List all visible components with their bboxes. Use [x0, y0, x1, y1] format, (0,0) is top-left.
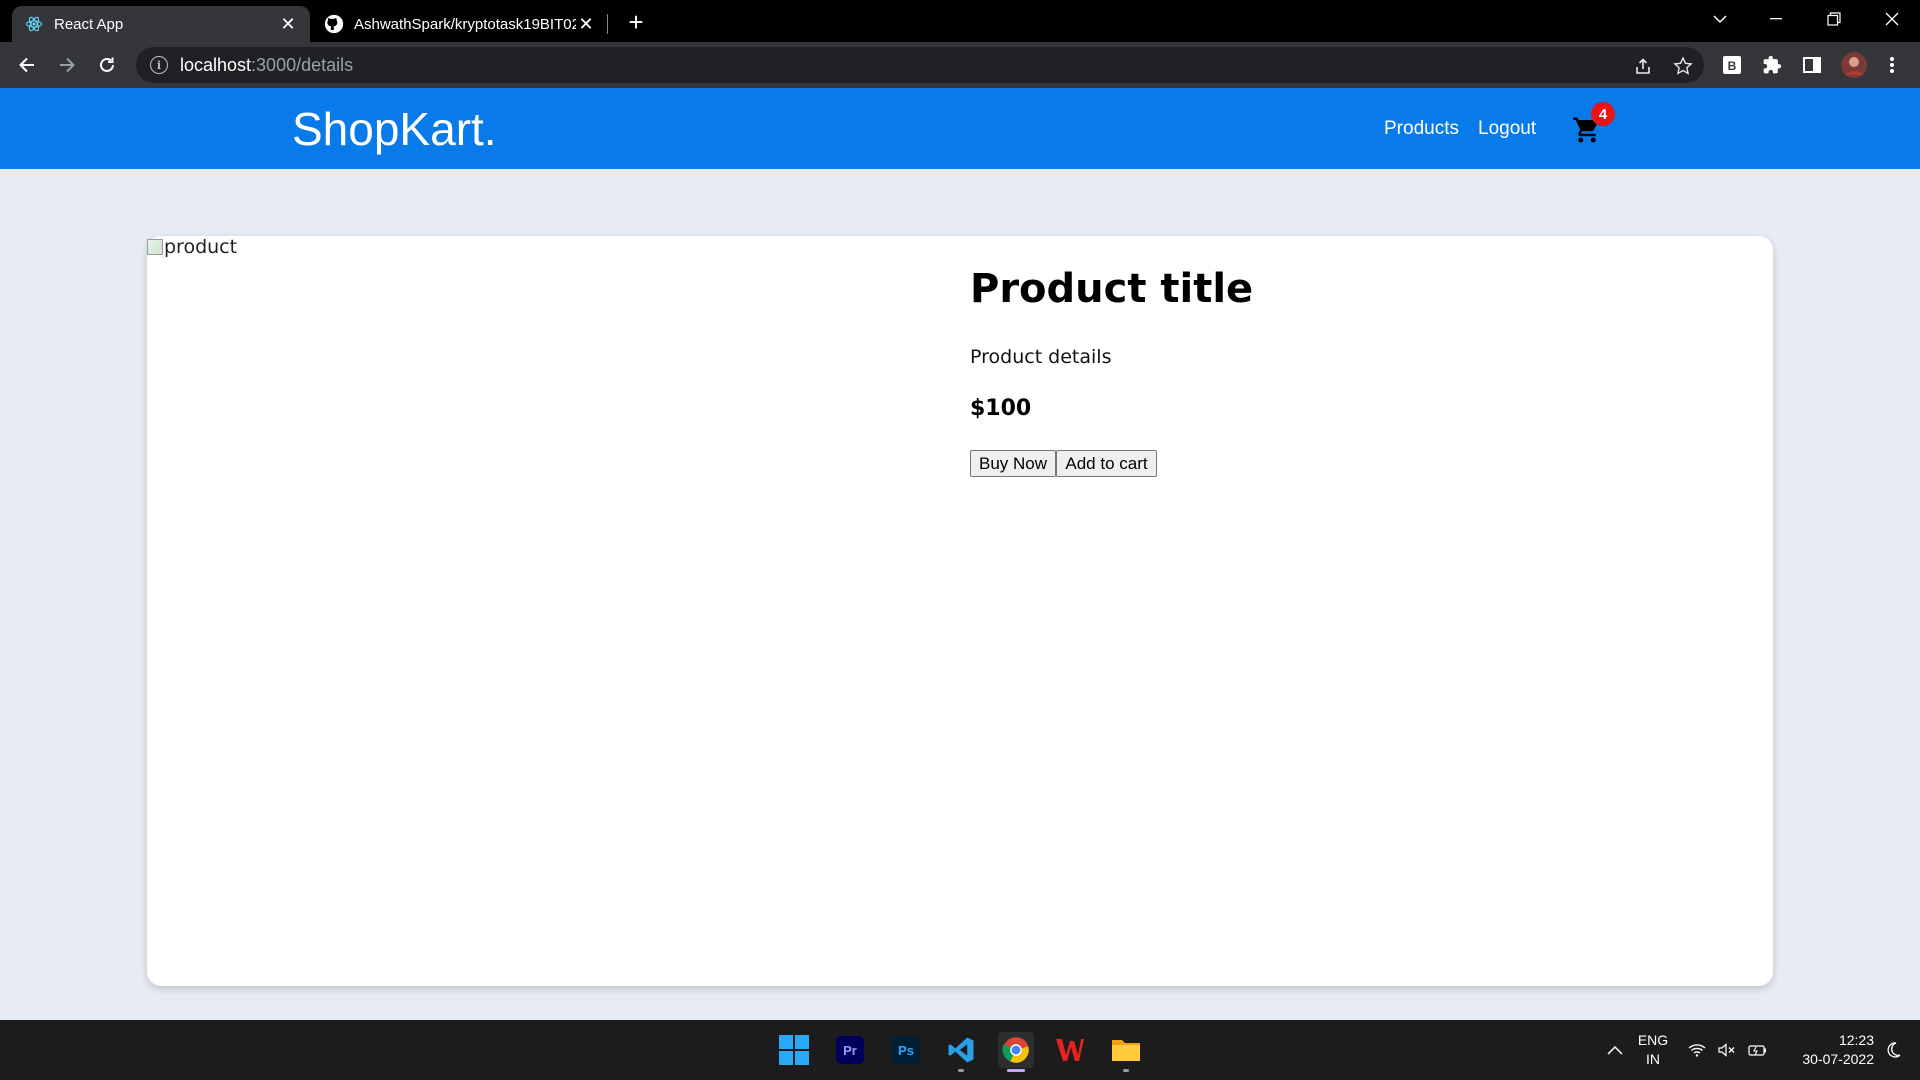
share-icon[interactable] [1632, 55, 1654, 77]
product-image: product [147, 236, 237, 258]
focus-assist-moon-icon[interactable] [1878, 1032, 1908, 1068]
tab-search-icon[interactable] [1692, 0, 1748, 38]
broken-image-icon [147, 239, 163, 255]
volume-muted-icon[interactable] [1712, 1032, 1742, 1068]
language-indicator[interactable]: ENG IN [1630, 1031, 1676, 1069]
file-explorer-icon[interactable] [1108, 1032, 1144, 1072]
browser-tab-bar: React App ✕ AshwathSpark/kryptotask19BIT… [0, 0, 1920, 42]
premiere-pro-icon[interactable]: Pr [832, 1032, 868, 1068]
svg-text:Ps: Ps [898, 1043, 914, 1058]
new-tab-button[interactable]: + [622, 8, 650, 36]
bookmark-star-icon[interactable] [1672, 55, 1694, 77]
reload-icon[interactable] [93, 51, 121, 79]
minimize-icon[interactable] [1748, 0, 1804, 38]
close-window-icon[interactable] [1864, 0, 1920, 38]
github-icon [324, 14, 344, 34]
svg-text:B: B [1728, 59, 1737, 73]
tab-title: React App [54, 15, 124, 33]
extension-b-icon[interactable]: B [1720, 53, 1744, 77]
product-image-alt: product [164, 236, 238, 258]
battery-icon[interactable] [1742, 1032, 1772, 1068]
tab-github[interactable]: AshwathSpark/kryptotask19BIT02 ✕ [312, 6, 608, 42]
url-path: :3000/details [251, 54, 354, 75]
react-icon [24, 14, 44, 34]
brand-logo[interactable]: ShopKart. [292, 102, 497, 156]
tab-divider [607, 14, 608, 34]
running-indicator [1123, 1069, 1129, 1072]
cart-count-badge: 4 [1591, 102, 1615, 126]
vscode-icon[interactable] [943, 1032, 979, 1072]
svg-text:Pr: Pr [843, 1043, 857, 1058]
forward-icon[interactable] [53, 51, 81, 79]
browser-toolbar: i localhost:3000/details B [0, 42, 1920, 88]
running-indicator [958, 1069, 964, 1072]
nav-link-products[interactable]: Products [1384, 118, 1459, 140]
close-tab-icon[interactable]: ✕ [278, 14, 298, 34]
wps-office-icon[interactable] [1052, 1032, 1088, 1068]
product-detail-card: product Product title Product details $1… [147, 236, 1773, 986]
windows-taskbar: Pr Ps ENG IN 12:23 30-07-2022 [0, 1020, 1920, 1080]
wifi-icon[interactable] [1682, 1032, 1712, 1068]
chevron-up-icon[interactable] [1597, 1032, 1633, 1068]
site-info-icon[interactable]: i [150, 56, 168, 74]
chrome-menu-icon[interactable] [1880, 53, 1904, 77]
language-code: ENG [1637, 1032, 1669, 1048]
close-tab-icon[interactable]: ✕ [576, 14, 596, 34]
clock-date: 30-07-2022 [1802, 1051, 1874, 1067]
running-indicator [1007, 1069, 1025, 1072]
profile-avatar[interactable] [1840, 51, 1868, 79]
side-panel-icon[interactable] [1800, 53, 1824, 77]
tab-react-app[interactable]: React App ✕ [12, 6, 310, 42]
app-header: ShopKart. Products Logout 4 [0, 88, 1920, 169]
extensions-puzzle-icon[interactable] [1760, 53, 1784, 77]
tab-title: AshwathSpark/kryptotask19BIT02 [354, 15, 576, 33]
chrome-icon[interactable] [998, 1032, 1034, 1072]
url-host: localhost [180, 54, 252, 75]
region-code: IN [1646, 1051, 1660, 1067]
nav-link-logout[interactable]: Logout [1478, 118, 1536, 140]
product-price: $100 [970, 396, 1032, 421]
product-title: Product title [970, 266, 1254, 312]
add-to-cart-button[interactable]: Add to cart [1056, 450, 1157, 477]
start-icon[interactable] [776, 1032, 812, 1068]
buy-now-button[interactable]: Buy Now [970, 450, 1056, 477]
clock[interactable]: 12:23 30-07-2022 [1778, 1031, 1874, 1069]
restore-icon[interactable] [1806, 0, 1862, 38]
clock-time: 12:23 [1838, 1032, 1874, 1048]
address-bar[interactable]: i localhost:3000/details [136, 47, 1704, 83]
photoshop-icon[interactable]: Ps [888, 1032, 924, 1068]
back-icon[interactable] [13, 51, 41, 79]
product-details: Product details [970, 346, 1112, 368]
